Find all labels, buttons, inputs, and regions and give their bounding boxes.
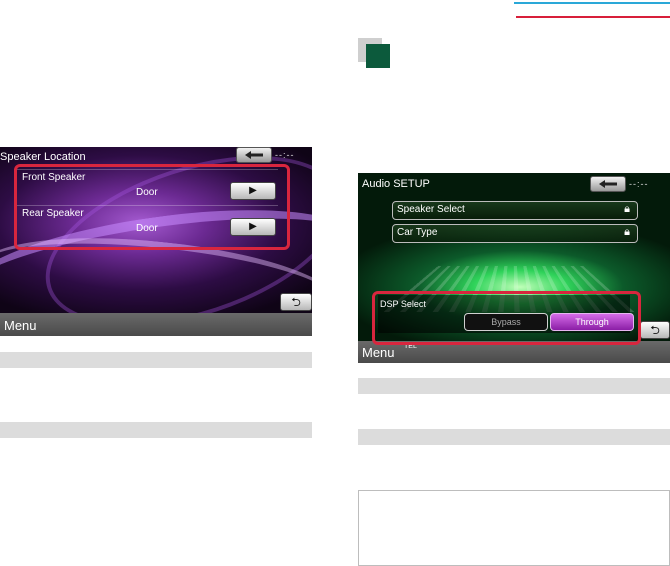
lock-icon: 🔒︎ — [624, 226, 630, 238]
screen-title: Audio SETUP — [362, 178, 430, 190]
screen-title: Speaker Location — [0, 151, 86, 163]
back-button[interactable] — [236, 147, 272, 163]
section-divider — [0, 352, 312, 368]
highlight-box — [14, 164, 290, 250]
speaker-select-label: Speaker Select — [397, 204, 465, 215]
menu-button[interactable]: Menu — [362, 345, 395, 360]
clock: --:-- — [629, 179, 649, 189]
car-type-button[interactable]: Car Type 🔒︎ — [392, 224, 638, 243]
back-button[interactable] — [590, 176, 626, 192]
highlight-box — [372, 291, 641, 345]
note-box — [358, 490, 670, 566]
return-button[interactable]: ⮌ — [280, 293, 312, 311]
section-divider — [358, 378, 670, 394]
bottom-bar — [0, 313, 312, 336]
back-arrow-icon — [245, 151, 263, 159]
section-divider — [0, 422, 312, 438]
header-rule-red — [516, 16, 670, 18]
clock: --:-- — [275, 150, 295, 160]
header-rule-blue — [514, 2, 670, 4]
menu-button[interactable]: Menu — [4, 318, 37, 333]
section-divider — [358, 429, 670, 445]
speaker-select-button[interactable]: Speaker Select 🔒︎ — [392, 201, 638, 220]
back-arrow-icon — [599, 180, 617, 188]
step-marker — [366, 44, 390, 68]
lock-icon: 🔒︎ — [624, 203, 630, 215]
return-button[interactable]: ⮌ — [640, 321, 670, 339]
car-type-label: Car Type — [397, 227, 438, 238]
